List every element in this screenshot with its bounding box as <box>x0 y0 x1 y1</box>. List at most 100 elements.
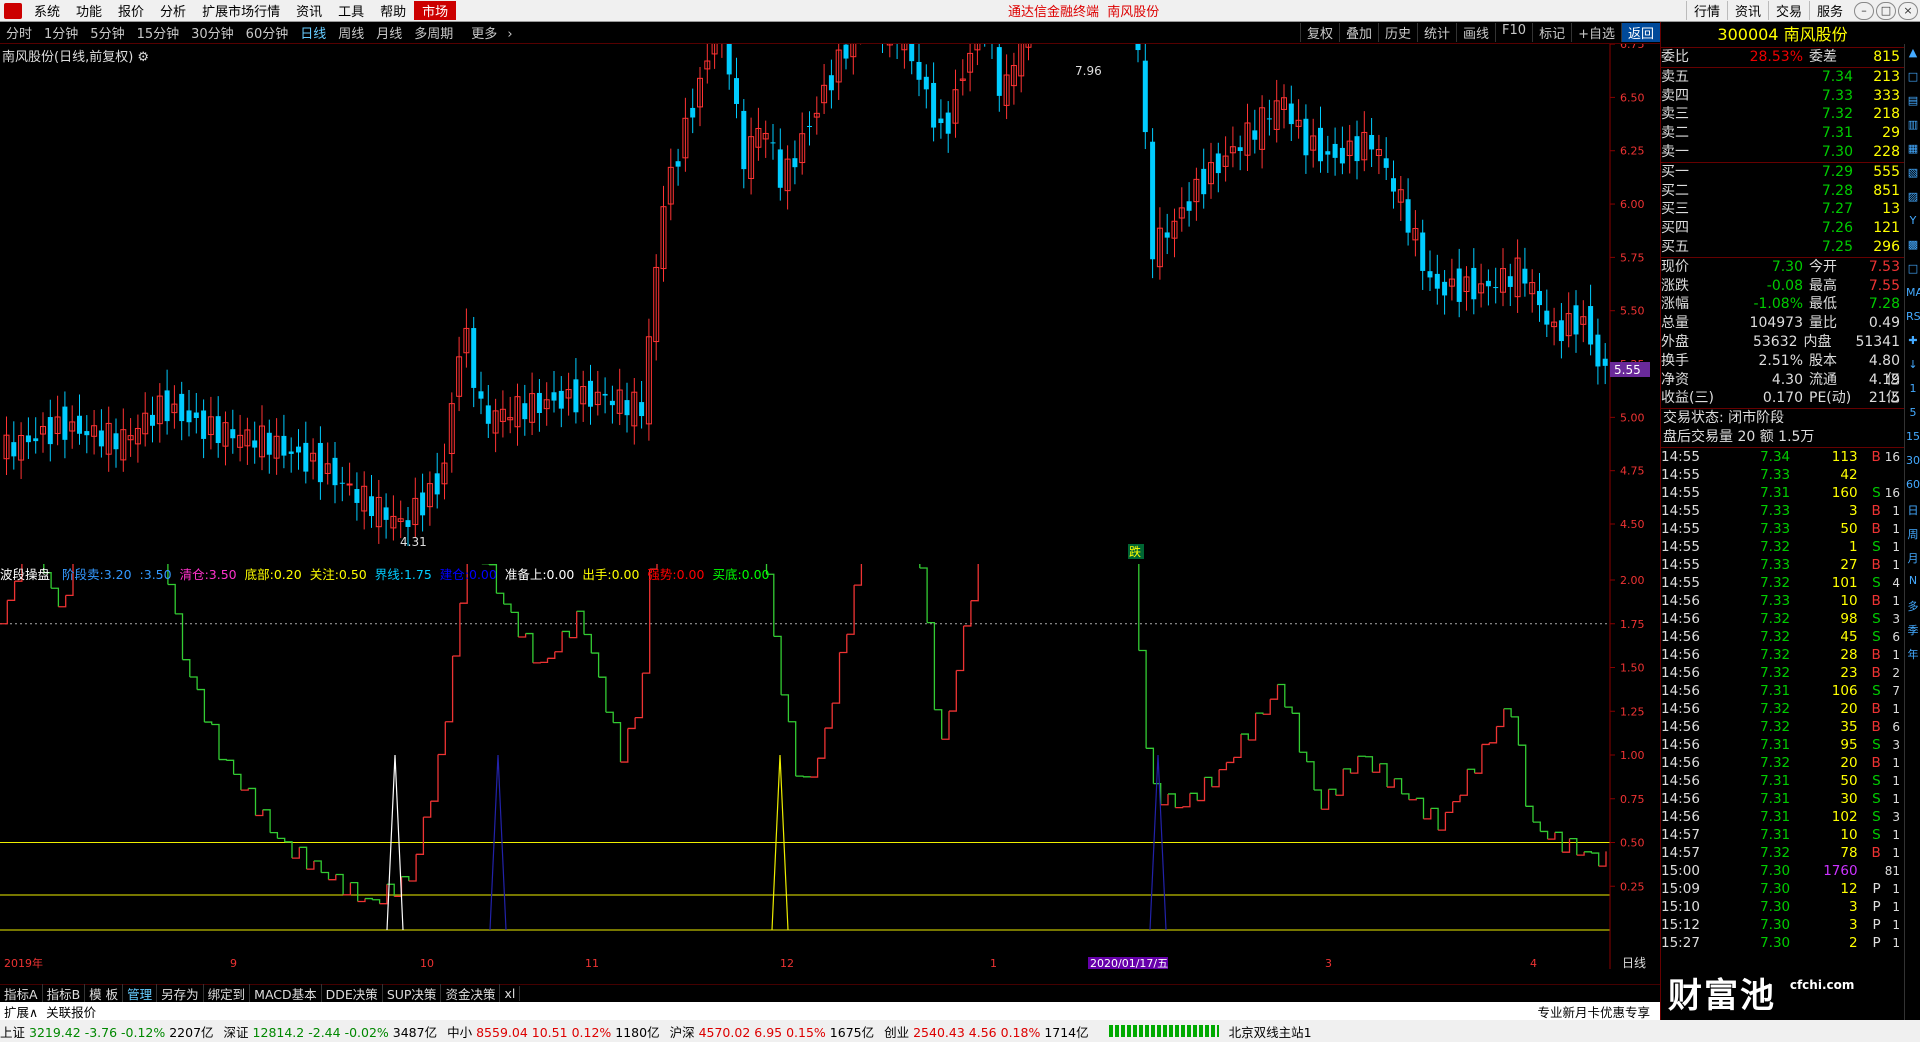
ask-row[interactable]: 卖二 7.31 29 <box>1661 124 1904 143</box>
period-5min[interactable]: 5分钟 <box>84 23 130 42</box>
menu-item-analysis[interactable]: 分析 <box>152 1 194 20</box>
ask-row[interactable]: 卖三 7.32 218 <box>1661 105 1904 124</box>
side-tool-icon[interactable]: 1 <box>1906 382 1920 400</box>
indicator-chart[interactable]: 3.503.253.002.752.502.252.001.751.501.25… <box>0 564 1660 969</box>
tab-quote[interactable]: 行情 <box>1685 1 1727 20</box>
candle-body <box>369 496 374 517</box>
menu-item-tools[interactable]: 工具 <box>330 1 372 20</box>
period-fenshi[interactable]: 分时 <box>0 23 38 42</box>
side-tool-icon[interactable]: ▦ <box>1906 142 1920 160</box>
linked-quote[interactable]: 关联报价 <box>42 1002 100 1021</box>
bid-row[interactable]: 买四 7.26 121 <box>1661 219 1904 238</box>
tool-stats[interactable]: 统计 <box>1417 23 1456 42</box>
menu-item-ext-market[interactable]: 扩展市场行情 <box>194 1 288 20</box>
candlestick-chart[interactable]: 8.007.757.507.257.006.756.506.256.005.75… <box>0 44 1660 564</box>
minimize-icon[interactable]: – <box>1854 2 1874 20</box>
tab-macd[interactable]: MACD基本 <box>250 984 322 1003</box>
tab-sup[interactable]: SUP决策 <box>383 984 442 1003</box>
candle-body <box>1434 273 1440 289</box>
side-tool-icon[interactable]: ▨ <box>1906 190 1920 208</box>
ask-row[interactable]: 卖五 7.34 213 <box>1661 68 1904 87</box>
tool-fuquan[interactable]: 复权 <box>1299 23 1339 42</box>
bid-row[interactable]: 买三 7.27 13 <box>1661 200 1904 219</box>
side-tool-icon[interactable]: ↓ <box>1906 358 1920 376</box>
side-tool-icon[interactable]: 周 <box>1906 526 1920 544</box>
close-icon[interactable]: × <box>1898 2 1918 20</box>
menu-item-function[interactable]: 功能 <box>68 1 110 20</box>
bid-row[interactable]: 买二 7.28 851 <box>1661 182 1904 201</box>
side-tool-icon[interactable]: ▩ <box>1906 238 1920 256</box>
tab-trade[interactable]: 交易 <box>1767 1 1809 20</box>
side-tool-icon[interactable]: 多 <box>1906 598 1920 616</box>
ask-row[interactable]: 卖一 7.30 228 <box>1661 143 1904 162</box>
side-tool-icon[interactable]: MA <box>1906 286 1920 304</box>
side-tool-icon[interactable]: 季 <box>1906 622 1920 640</box>
ad-text[interactable]: 专业新月卡优惠专享 <box>1533 1002 1654 1021</box>
indicator-name[interactable]: 波段操盘 <box>0 567 50 582</box>
side-tool-icon[interactable]: 5 <box>1906 406 1920 424</box>
tool-draw[interactable]: 画线 <box>1456 23 1495 42</box>
tab-fund[interactable]: 资金决策 <box>441 984 501 1003</box>
period-1min[interactable]: 1分钟 <box>38 23 84 42</box>
tab-dde[interactable]: DDE决策 <box>322 984 383 1003</box>
period-weekly[interactable]: 周线 <box>332 23 370 42</box>
tab-indicator-b[interactable]: 指标B <box>43 984 86 1003</box>
period-15min[interactable]: 15分钟 <box>131 23 186 42</box>
side-tool-icon[interactable]: ▤ <box>1906 94 1920 112</box>
index-quote[interactable]: 沪深 4570.02 6.95 0.15% 1675亿 <box>670 1022 875 1041</box>
server-name[interactable]: 北京双线主站1 <box>1229 1022 1312 1041</box>
menu-item-system[interactable]: 系统 <box>26 1 68 20</box>
tick-list[interactable]: 14:55 7.34 113 B 16 14:55 7.33 42 14:55 7.31 160 S 1… <box>1661 448 1904 952</box>
side-tool-icon[interactable]: Y <box>1906 214 1920 232</box>
tool-add-watch[interactable]: +自选 <box>1571 23 1621 42</box>
menu-item-news[interactable]: 资讯 <box>288 1 330 20</box>
side-tool-icon[interactable]: □ <box>1906 70 1920 88</box>
tab-template[interactable]: 模 板 <box>85 984 124 1003</box>
menu-item-quote[interactable]: 报价 <box>110 1 152 20</box>
index-quote[interactable]: 上证 3219.42 -3.76 -0.12% 2207亿 <box>0 1022 214 1041</box>
menu-item-market[interactable]: 市场 <box>414 1 457 20</box>
tool-mark[interactable]: 标记 <box>1532 23 1571 42</box>
settings-icon[interactable]: ⚙ <box>137 50 149 65</box>
side-tool-icon[interactable]: □ <box>1906 262 1920 280</box>
side-tool-icon[interactable]: ▲ <box>1906 46 1920 64</box>
period-60min[interactable]: 60分钟 <box>240 23 295 42</box>
index-quote[interactable]: 中小 8559.04 10.51 0.12% 1180亿 <box>447 1022 659 1041</box>
maximize-icon[interactable]: □ <box>1876 2 1896 20</box>
side-tool-icon[interactable]: N <box>1906 574 1920 592</box>
side-tool-icon[interactable]: ✚ <box>1906 334 1920 352</box>
period-daily[interactable]: 日线 <box>294 23 332 42</box>
tick-row: 14:55 7.34 113 B 16 <box>1661 449 1900 466</box>
period-30min[interactable]: 30分钟 <box>185 23 240 42</box>
period-multi[interactable]: 多周期 <box>408 23 459 42</box>
ask-row[interactable]: 卖四 7.33 333 <box>1661 87 1904 106</box>
side-tool-icon[interactable]: 60 <box>1906 478 1920 496</box>
tab-bind[interactable]: 绑定到 <box>204 984 251 1003</box>
tool-overlay[interactable]: 叠加 <box>1338 23 1378 42</box>
tool-history[interactable]: 历史 <box>1377 23 1417 42</box>
period-monthly[interactable]: 月线 <box>370 23 408 42</box>
tab-manage[interactable]: 管理 <box>123 984 158 1003</box>
tool-return-button[interactable]: 返回 <box>1620 23 1660 42</box>
side-tool-icon[interactable]: ▥ <box>1906 118 1920 136</box>
tool-f10[interactable]: F10 <box>1495 23 1532 42</box>
side-tool-icon[interactable]: 月 <box>1906 550 1920 568</box>
index-quote[interactable]: 创业 2540.43 4.56 0.18% 1714亿 <box>884 1022 1089 1041</box>
bid-row[interactable]: 买五 7.25 296 <box>1661 238 1904 257</box>
side-tool-icon[interactable]: ▧ <box>1906 166 1920 184</box>
tab-xl[interactable]: xl <box>500 986 521 1001</box>
ext-toggle[interactable]: 扩展∧ <box>0 1002 42 1021</box>
side-tool-icon[interactable]: 年 <box>1906 646 1920 664</box>
side-tool-icon[interactable]: RSI <box>1906 310 1920 328</box>
tab-service[interactable]: 服务 <box>1808 1 1850 20</box>
tab-save-as[interactable]: 另存为 <box>157 984 204 1003</box>
side-tool-icon[interactable]: 日 <box>1906 502 1920 520</box>
index-quote[interactable]: 深证 12814.2 -2.44 -0.02% 3487亿 <box>224 1022 438 1041</box>
side-tool-icon[interactable]: 15 <box>1906 430 1920 448</box>
menu-item-help[interactable]: 帮助 <box>372 1 414 20</box>
bid-row[interactable]: 买一 7.29 555 <box>1661 163 1904 182</box>
tab-indicator-a[interactable]: 指标A <box>0 984 43 1003</box>
side-tool-icon[interactable]: 30 <box>1906 454 1920 472</box>
period-more[interactable]: 更多 › <box>459 23 518 42</box>
tab-news[interactable]: 资讯 <box>1726 1 1768 20</box>
